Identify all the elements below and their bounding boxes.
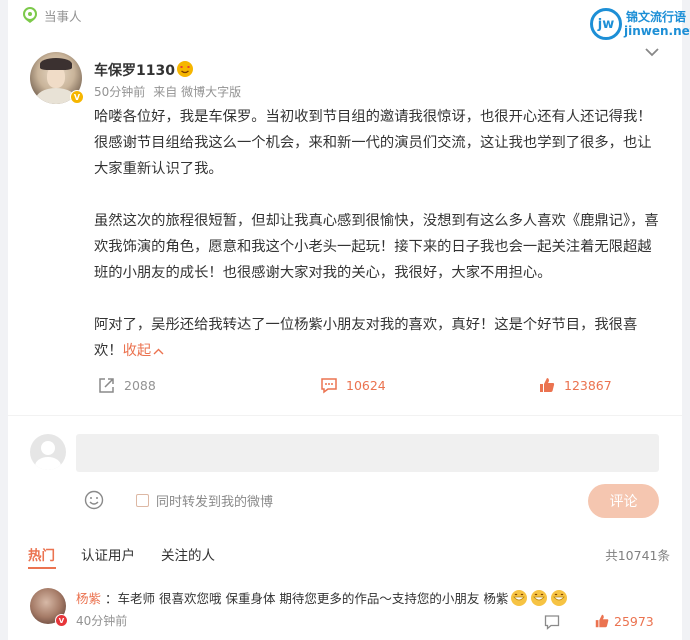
emoji-icon[interactable] [84,490,104,510]
thumbs-up-icon [595,614,609,628]
post-actions: 2088 10624 123867 [94,376,660,400]
reply-time: 40分钟前 [76,614,128,628]
tab-hot[interactable]: 热门 [28,544,55,564]
active-tab-underline [28,567,56,569]
like-count: 123867 [564,377,612,393]
watermark-title: 锦文流行语 [626,10,687,24]
comment-button[interactable]: 10624 [320,376,386,394]
reply-content: 杨紫 ：车老师 很喜欢您哦 保重身体 期待您更多的作品～支持您的小朋友 杨紫 [76,588,568,607]
topic-label[interactable]: 当事人 [44,6,82,25]
post-paragraph-last: 阿对了，吴彤还给我转达了一位杨紫小朋友对我的喜欢，真好！这是个好节目，我很喜欢！… [94,312,660,364]
heart-eyes-badge-icon [177,61,193,77]
watermark-logo: jw [590,8,622,40]
post-meta: 50分钟前 来自 微博大字版 [94,83,241,100]
total-comments-count: 共10741条 [605,548,670,563]
post-paragraph-text: 阿对了，吴彤还给我转达了一位杨紫小朋友对我的喜欢，真好！这是个好节目，我很喜欢！ [94,317,638,359]
verified-badge-icon: V [70,90,84,104]
divider [8,415,682,416]
post-paragraph: 虽然这次的旅程很短暂，但却让我真心感到很愉快，没想到有这么多人喜欢《鹿鼎记》，喜… [94,213,659,281]
post-paragraph: 哈喽各位好，我是车保罗。当初收到节目组的邀请我很惊讶，也很开心还有人还记得我！很… [94,109,652,177]
reply-author[interactable]: 杨紫 [76,588,101,607]
submit-comment-button[interactable]: 评论 [588,484,659,518]
username[interactable]: 车保罗1130 [94,60,175,80]
tab-verified-users[interactable]: 认证用户 [81,544,135,564]
reply-comment-icon[interactable] [544,614,560,630]
chevron-down-icon[interactable] [644,46,660,58]
repost-checkbox-label[interactable]: 同时转发到我的微博 [156,491,273,510]
post-time[interactable]: 50分钟前 [94,83,145,100]
reply-like-count: 25973 [614,613,654,629]
tab-following[interactable]: 关注的人 [161,544,215,564]
repost-count: 2088 [124,377,156,393]
chevron-up-icon [153,348,164,354]
reply-like-button[interactable]: 25973 [594,613,654,629]
site-watermark: jw 锦文流行语 jinwen.net [590,6,690,44]
repost-button[interactable]: 2088 [98,376,156,394]
reply-text: ：车老师 很喜欢您哦 保重身体 期待您更多的作品～支持您的小朋友 杨紫 [105,591,509,606]
my-avatar [30,434,66,470]
post-text: 哈喽各位好，我是车保罗。当初收到节目组的邀请我很惊讶，也很开心还有人还记得我！很… [94,104,660,390]
grin-emoji-icon [531,589,548,606]
like-button[interactable]: 123867 [538,376,612,394]
verified-badge-icon: V [55,614,68,627]
grin-emoji-icon [511,589,528,606]
thumbs-up-icon [540,378,555,392]
post-topic-line: 当事人 [22,4,82,26]
collapse-link[interactable]: 收起 [123,343,165,359]
comment-count: 10624 [346,377,386,393]
location-pin-icon [23,7,37,23]
comment-tabs: 热门 认证用户 关注的人 [28,544,241,564]
repost-checkbox[interactable] [136,494,149,507]
watermark-url: jinwen.net [624,24,690,38]
post-source: 来自 微博大字版 [153,85,242,99]
repost-icon [99,378,114,393]
grin-emoji-icon [551,589,568,606]
comment-input[interactable] [76,434,659,472]
comment-icon [321,378,337,394]
weibo-post-card: 当事人 jw 锦文流行语 jinwen.net V 车保罗1130 50分钟前 … [8,0,690,640]
